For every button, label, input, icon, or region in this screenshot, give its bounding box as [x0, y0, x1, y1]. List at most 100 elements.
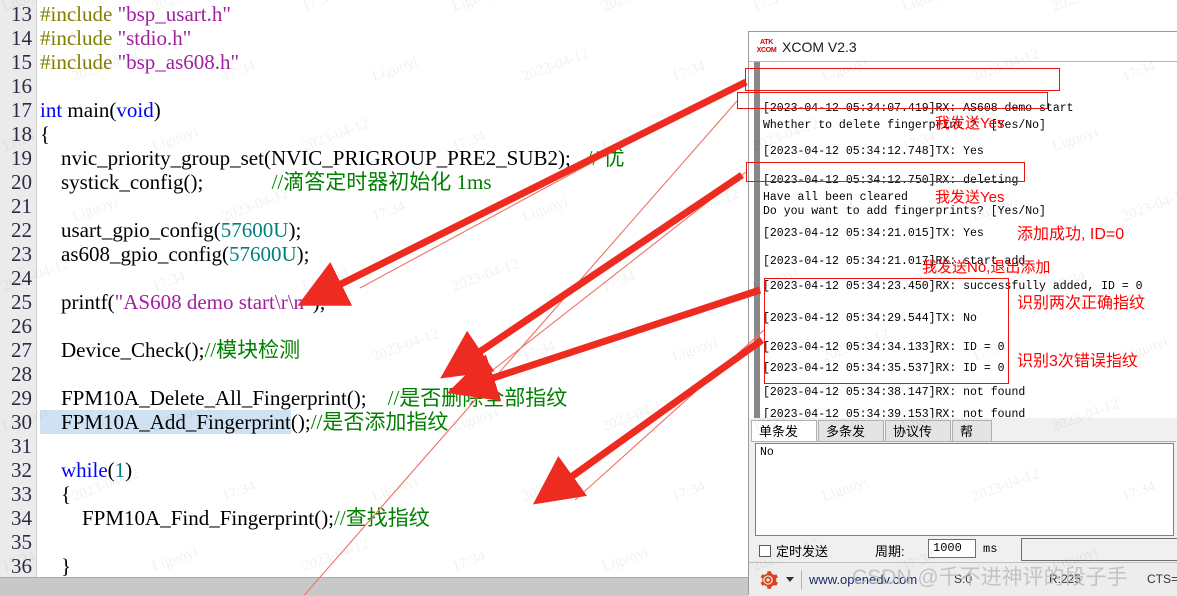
code-token: //是否添加指纹: [310, 410, 449, 434]
tab-1[interactable]: 单条发送: [751, 420, 817, 460]
xcom-title-bar: ATK XCOM XCOM V2.3: [749, 32, 1177, 62]
gear-dropdown-caret-icon[interactable]: [786, 577, 794, 582]
code-token: );: [296, 242, 310, 266]
code-token: ): [153, 98, 161, 122]
line-number: 27: [11, 338, 32, 362]
line-number: 18: [11, 122, 32, 146]
code-token: while: [40, 458, 108, 482]
xcom-title-text: XCOM V2.3: [782, 38, 857, 55]
code-token: printf(: [40, 290, 115, 314]
code-token: // 优: [570, 146, 625, 170]
status-rx-count: R:225: [1049, 572, 1082, 586]
code-token: #include: [40, 50, 118, 74]
code-token: );: [288, 218, 302, 242]
period-input[interactable]: 1000: [928, 539, 976, 558]
code-token: "bsp_usart.h": [117, 2, 231, 26]
log-line: [2023-04-12 05:34:12.750]RX: deleting: [763, 174, 1019, 187]
code-token: #include: [40, 26, 118, 50]
code-token: //模块检测: [204, 338, 301, 362]
line-number: 25: [11, 290, 32, 314]
line-number: 16: [11, 74, 32, 98]
line-number: 34: [11, 506, 32, 530]
log-line: [2023-04-12 05:34:29.544]TX: No: [763, 312, 977, 325]
editor-status-bar: [0, 577, 748, 596]
send-textarea-value: No: [760, 446, 774, 459]
code-token: //滴答定时器初始化 1ms: [203, 170, 492, 194]
log-line: Whether to delete fingerprint ? [Yes/No]: [763, 119, 1046, 132]
code-token: {: [40, 482, 72, 506]
watermark-text: 2023-04-12: [1050, 0, 1122, 16]
send-button[interactable]: [1021, 538, 1177, 561]
line-number: 28: [11, 362, 32, 386]
line-number: 32: [11, 458, 32, 482]
log-line: [2023-04-12 05:34:34.133]RX: ID = 0: [763, 341, 1005, 354]
line-number: 26: [11, 314, 32, 338]
code-token: Device_Check();: [40, 338, 205, 362]
code-token: (: [107, 458, 115, 482]
code-token: systick_config();: [40, 170, 204, 194]
line-number: 13: [11, 2, 32, 26]
code-token: }: [40, 554, 72, 577]
line-number: 20: [11, 170, 32, 194]
tab-2[interactable]: 多条发送: [818, 420, 884, 460]
atk-logo-icon: ATK XCOM: [756, 38, 777, 56]
code-token: );: [312, 290, 326, 314]
status-cts: CTS=0: [1147, 572, 1177, 586]
code-token: //查找指纹: [334, 506, 430, 530]
log-line: Have all been cleared: [763, 191, 908, 204]
timed-send-row[interactable]: 定时发送: [759, 541, 828, 560]
code-token: FPM10A_Add_Fingerprint: [40, 410, 291, 434]
line-number: 15: [11, 50, 32, 74]
code-token: nvic_priority_group_set(NVIC_PRIGROUP_PR…: [40, 146, 571, 170]
line-number: 17: [11, 98, 32, 122]
log-left-scroll-marker: [754, 62, 760, 418]
tab-3[interactable]: 协议传输: [885, 420, 951, 460]
code-token: #include: [40, 2, 118, 26]
code-token: main(: [67, 98, 117, 122]
xcom-status-bar: www.openedv.com S:0 R:225 CTS=0: [749, 562, 1177, 596]
line-number: 22: [11, 218, 32, 242]
line-number: 31: [11, 434, 32, 458]
code-token: FPM10A_Find_Fingerprint();: [40, 506, 335, 530]
log-line: [2023-04-12 05:34:21.017]RX: start add: [763, 255, 1026, 268]
send-textarea[interactable]: No: [755, 443, 1174, 536]
log-line: [2023-04-12 05:34:38.147]RX: not found: [763, 386, 1026, 399]
code-token: "stdio.h": [117, 26, 192, 50]
line-number: 19: [11, 146, 32, 170]
code-token: {: [40, 122, 51, 146]
xcom-window[interactable]: ATK XCOM XCOM V2.3 [2023-04-12 05:34:07.…: [748, 31, 1177, 596]
code-token: 1: [114, 458, 126, 482]
code-token: usart_gpio_config(: [40, 218, 221, 242]
code-token: as608_gpio_config(: [40, 242, 229, 266]
code-token: 57600U: [228, 242, 297, 266]
status-separator: [801, 569, 802, 590]
period-label: 周期:: [875, 544, 905, 559]
code-token: 57600U: [220, 218, 289, 242]
send-mode-tabs[interactable]: 单条发送多条发送协议传输帮助: [751, 420, 1176, 460]
timed-send-checkbox[interactable]: [759, 544, 771, 557]
status-tx-count: S:0: [954, 572, 973, 586]
serial-log-pane[interactable]: [2023-04-12 05:34:07.419]RX: AS608 demo …: [749, 62, 1177, 418]
tab-4[interactable]: 帮助: [952, 420, 992, 460]
log-line: [2023-04-12 05:34:07.419]RX: AS608 demo …: [763, 102, 1074, 115]
atk-logo-bottom: XCOM: [756, 46, 777, 54]
line-number: 14: [11, 26, 32, 50]
line-number: 24: [11, 266, 32, 290]
code-token: //是否删除全部指纹: [366, 386, 568, 410]
period-unit-label: ms: [983, 542, 998, 556]
log-line: [2023-04-12 05:34:12.748]TX: Yes: [763, 145, 984, 158]
status-url[interactable]: www.openedv.com: [809, 572, 917, 587]
line-number: 33: [11, 482, 32, 506]
line-number: 30: [11, 410, 32, 434]
log-line: [2023-04-12 05:34:21.015]TX: Yes: [763, 227, 984, 240]
line-number: 36: [11, 554, 32, 577]
code-editor[interactable]: 13 14 15 16 17 18 19 20 21 22 23 24 25 26 27 28 29 30 31 32…: [0, 0, 748, 577]
log-line: [2023-04-12 05:34:23.450]RX: successfull…: [763, 280, 1143, 293]
gear-icon[interactable]: [757, 569, 779, 591]
code-token: void: [116, 98, 154, 122]
atk-logo-top: ATK: [760, 38, 773, 46]
timed-send-label: 定时发送: [776, 544, 829, 559]
log-line: [2023-04-12 05:34:39.153]RX: not found: [763, 408, 1026, 418]
line-number-gutter: 13 14 15 16 17 18 19 20 21 22 23 24 25 26 27 28 29 30 31 32…: [0, 0, 37, 577]
line-number: 35: [11, 530, 32, 554]
